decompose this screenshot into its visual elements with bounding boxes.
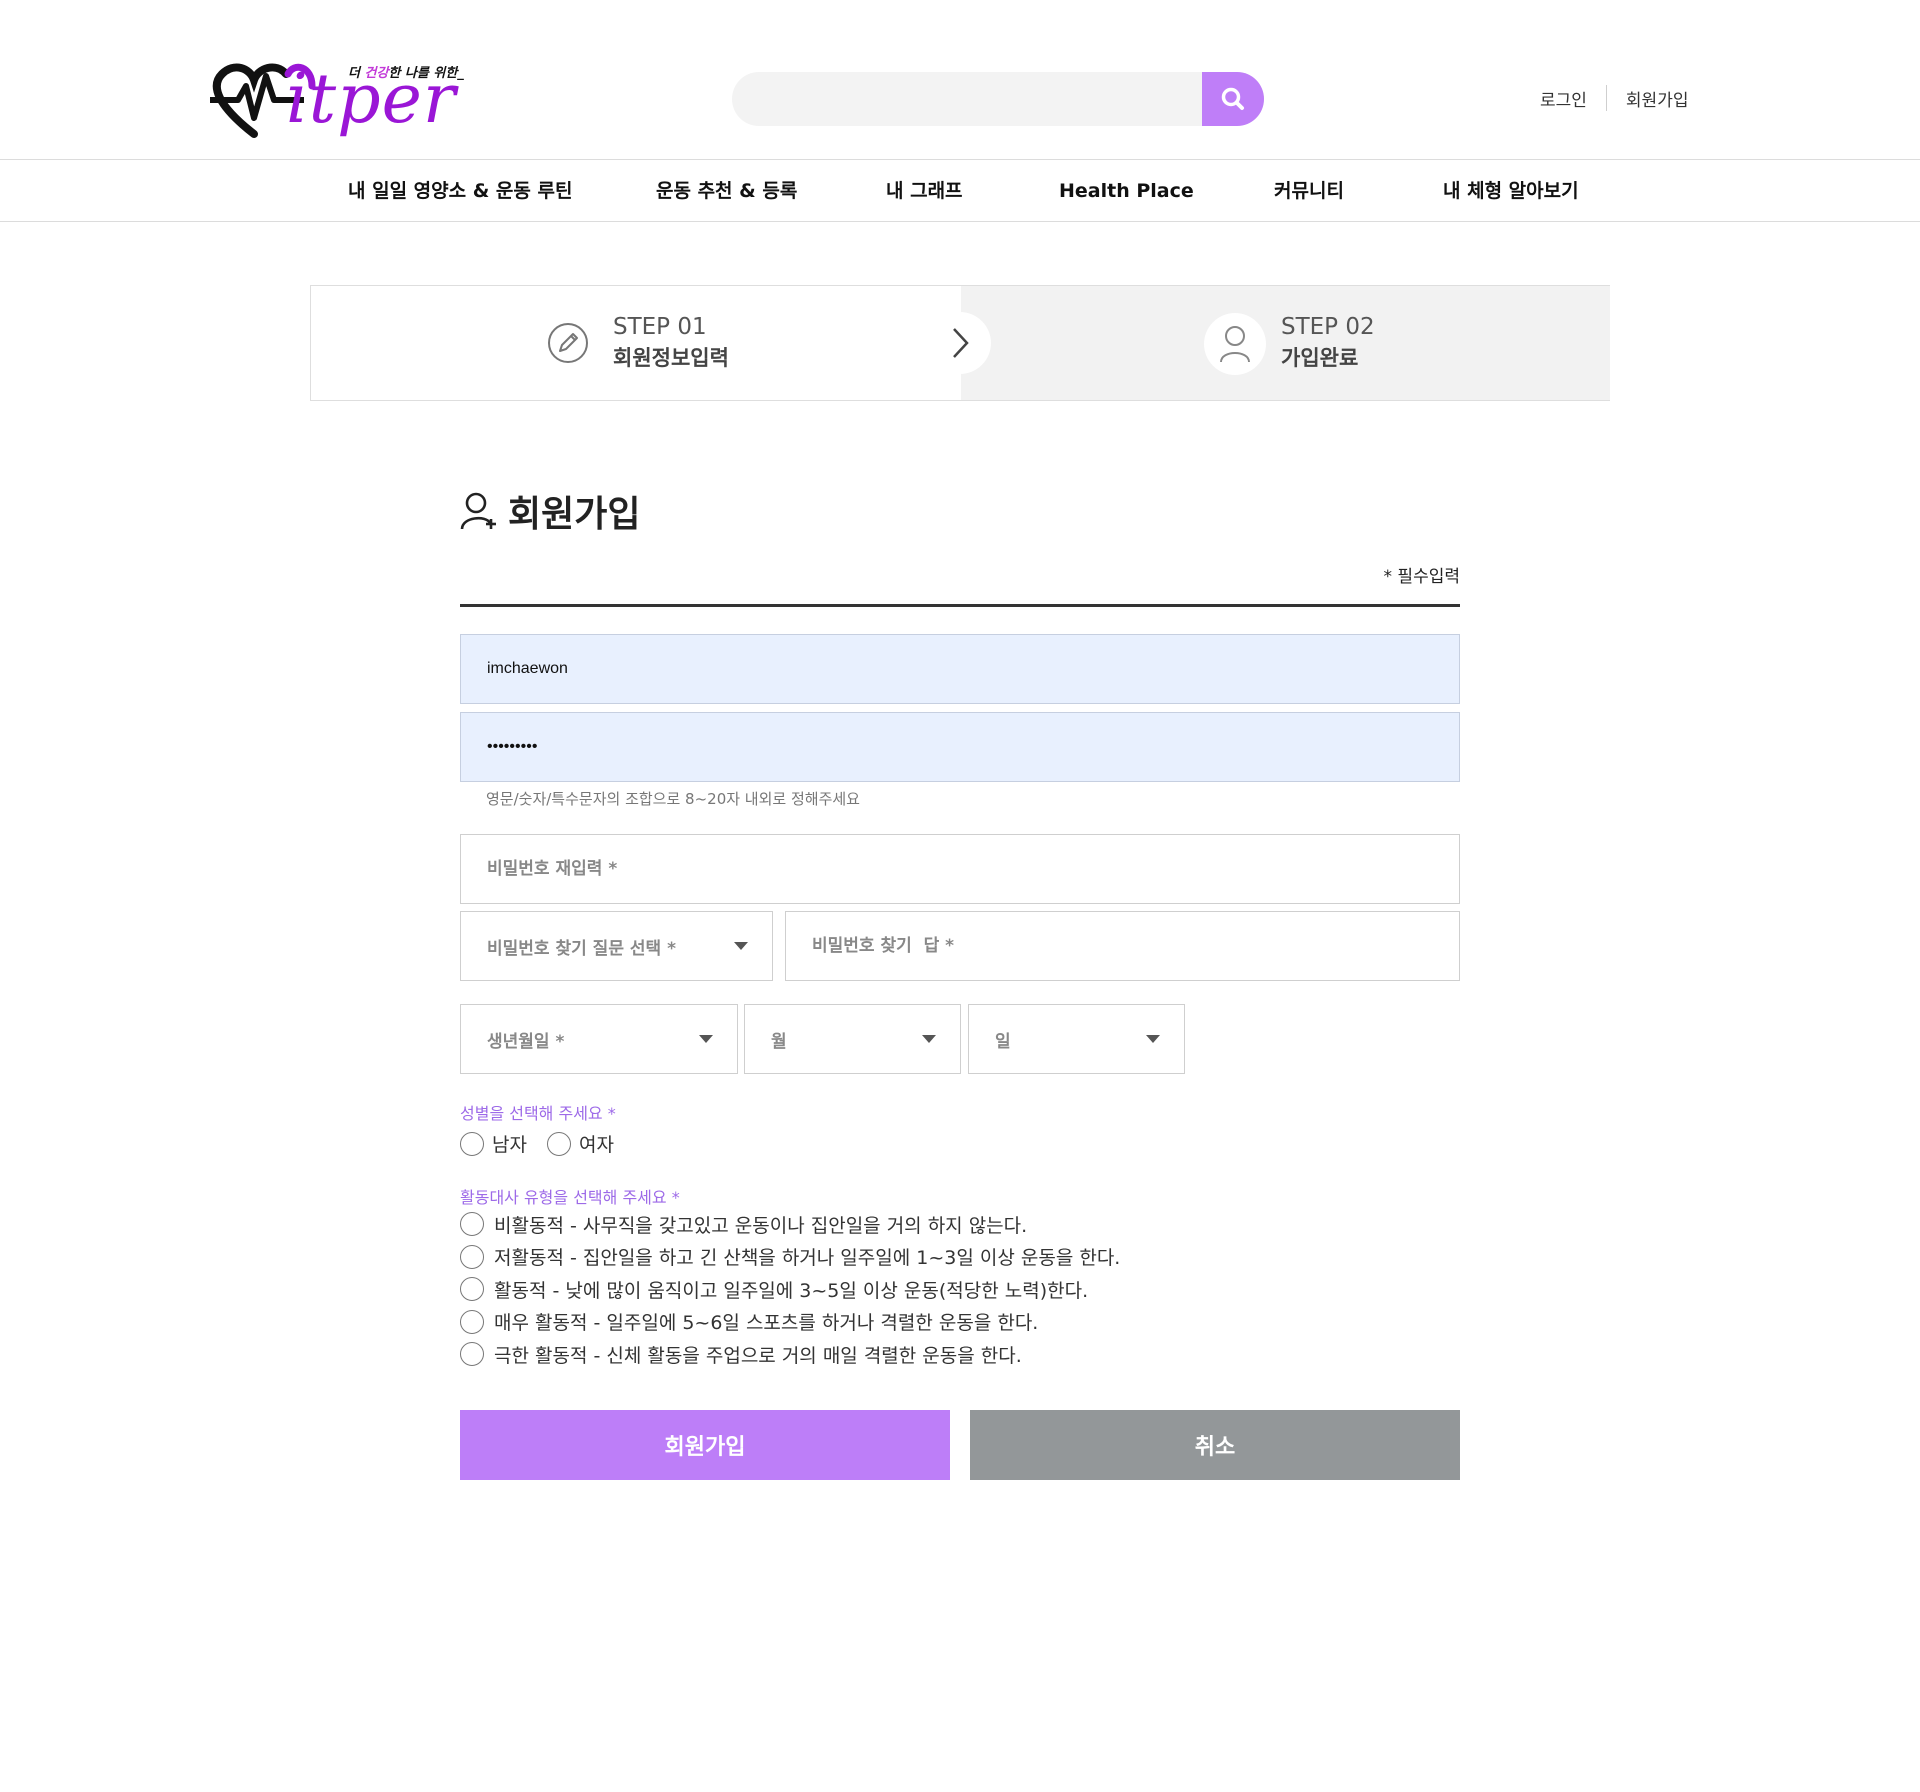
activity-option-label: 저활동적 - 집안일을 하고 긴 산책을 하거나 일주일에 1~3일 이상 운동… <box>494 1247 1121 1270</box>
nav-item-health-place[interactable]: Health Place <box>1059 160 1194 222</box>
step-arrow <box>929 312 991 374</box>
password-hint: 영문/숫자/특수문자의 조합으로 8~20자 내외로 정해주세요 <box>486 790 860 808</box>
pencil-icon <box>548 323 588 363</box>
nav-item-community[interactable]: 커뮤니티 <box>1274 160 1344 222</box>
chevron-down-icon <box>922 1035 936 1043</box>
step1-icon-wrap <box>539 314 597 372</box>
chevron-down-icon <box>699 1035 713 1043</box>
radio-button[interactable] <box>460 1277 484 1302</box>
activity-option-active[interactable]: 활동적 - 낮에 많이 움직이고 일주일에 3~5일 이상 운동(적당한 노력)… <box>460 1273 1120 1306</box>
radio-button[interactable] <box>546 1131 571 1156</box>
chevron-down-icon <box>1146 1035 1160 1043</box>
birth-month-select[interactable]: 월 <box>744 1004 961 1074</box>
divider <box>1605 85 1607 111</box>
activity-option-low[interactable]: 저활동적 - 집안일을 하고 긴 산책을 하거나 일주일에 1~3일 이상 운동… <box>460 1241 1120 1274</box>
chevron-down-icon <box>734 942 748 950</box>
step2-number: STEP 02 <box>1281 314 1375 340</box>
gender-options: 남자 여자 <box>460 1130 634 1157</box>
step1-number: STEP 01 <box>613 314 707 340</box>
divider <box>460 604 1460 607</box>
radio-button[interactable] <box>460 1309 484 1334</box>
birth-year-select[interactable]: 생년월일 * <box>460 1004 738 1074</box>
step2: STEP 02 가입완료 <box>1281 312 1375 374</box>
main-nav: 내 일일 영양소 & 운동 루틴 운동 추천 & 등록 내 그래프 Health… <box>0 160 1920 222</box>
chevron-right-icon <box>953 328 969 358</box>
password-field <box>460 712 1460 782</box>
user-links: 로그인 회원가입 <box>1540 84 1688 112</box>
user-icon <box>1220 326 1250 363</box>
page-title: 회원가입 <box>508 494 641 535</box>
recovery-answer-field <box>785 911 1460 981</box>
nav-item-body-type[interactable]: 내 체형 알아보기 <box>1443 160 1579 222</box>
logo-tagline: 더 건강한 나를 위한_ <box>348 66 464 81</box>
gender-option-label: 남자 <box>492 1134 527 1156</box>
birth-year-value: 생년월일 * <box>487 1031 565 1052</box>
password-input[interactable] <box>487 713 1459 781</box>
gender-option-female[interactable]: 여자 <box>546 1130 614 1157</box>
activity-option-label: 비활동적 - 사무직을 갖고있고 운동이나 집안일을 거의 하지 않는다. <box>494 1214 1028 1237</box>
recovery-answer-input[interactable] <box>812 912 1459 980</box>
signup-link[interactable]: 회원가입 <box>1626 86 1689 111</box>
site-header: itper 더 건강한 나를 위한_ 로그인 회원가입 <box>0 0 1920 160</box>
step1-label: 회원정보입력 <box>613 346 729 370</box>
radio-button[interactable] <box>460 1131 484 1156</box>
activity-option-extreme[interactable]: 극한 활동적 - 신체 활동을 주업으로 거의 매일 격렬한 운동을 한다. <box>460 1338 1120 1371</box>
gender-option-male[interactable]: 남자 <box>460 1130 527 1157</box>
search-icon <box>1221 87 1244 110</box>
site-logo[interactable]: itper 더 건강한 나를 위한_ <box>208 56 464 140</box>
activity-label: 활동대사 유형을 선택해 주세요 * <box>460 1188 680 1207</box>
activity-option-label: 활동적 - 낮에 많이 움직이고 일주일에 3~5일 이상 운동(적당한 노력)… <box>494 1279 1089 1302</box>
birth-month-value: 월 <box>771 1031 787 1052</box>
nav-item-my-graph[interactable]: 내 그래프 <box>886 160 963 222</box>
signup-steps: STEP 01 회원정보입력 STEP 02 가입완료 <box>310 285 1610 401</box>
password-confirm-input[interactable] <box>487 835 1459 903</box>
nav-item-daily-routine[interactable]: 내 일일 영양소 & 운동 루틴 <box>348 160 572 222</box>
activity-option-very-active[interactable]: 매우 활동적 - 일주일에 5~6일 스포츠를 하거나 격렬한 운동을 한다. <box>460 1306 1120 1339</box>
password-confirm-field <box>460 834 1460 904</box>
radio-button[interactable] <box>460 1342 484 1367</box>
recovery-question-select[interactable]: 비밀번호 찾기 질문 선택 * <box>460 911 773 981</box>
signup-submit-button[interactable]: 회원가입 <box>460 1410 950 1480</box>
username-field <box>460 634 1460 704</box>
username-input[interactable] <box>487 635 1459 703</box>
search-input[interactable] <box>732 72 1202 126</box>
activity-option-label: 매우 활동적 - 일주일에 5~6일 스포츠를 하거나 격렬한 운동을 한다. <box>494 1312 1039 1335</box>
activity-option-sedentary[interactable]: 비활동적 - 사무직을 갖고있고 운동이나 집안일을 거의 하지 않는다. <box>460 1208 1120 1241</box>
step1: STEP 01 회원정보입력 <box>613 312 729 374</box>
nav-item-exercise-recommend[interactable]: 운동 추천 & 등록 <box>656 160 797 222</box>
gender-label: 성별을 선택해 주세요 * <box>460 1104 616 1123</box>
cancel-button[interactable]: 취소 <box>970 1410 1460 1480</box>
search-button[interactable] <box>1202 72 1264 126</box>
step2-icon-wrap <box>1204 313 1266 375</box>
activity-options: 비활동적 - 사무직을 갖고있고 운동이나 집안일을 거의 하지 않는다. 저활… <box>460 1208 1120 1371</box>
login-link[interactable]: 로그인 <box>1540 86 1587 111</box>
birth-day-value: 일 <box>995 1031 1011 1052</box>
step2-label: 가입완료 <box>1281 346 1359 370</box>
recovery-question-value: 비밀번호 찾기 질문 선택 * <box>487 938 676 959</box>
form-title-row: 회원가입 <box>460 486 640 536</box>
birth-day-select[interactable]: 일 <box>968 1004 1185 1074</box>
radio-button[interactable] <box>460 1212 484 1237</box>
required-note: * 필수입력 <box>1383 567 1460 587</box>
user-add-icon <box>460 492 496 530</box>
radio-button[interactable] <box>460 1244 484 1269</box>
search-bar <box>732 72 1264 126</box>
activity-option-label: 극한 활동적 - 신체 활동을 주업으로 거의 매일 격렬한 운동을 한다. <box>494 1344 1022 1367</box>
gender-option-label: 여자 <box>578 1134 614 1156</box>
